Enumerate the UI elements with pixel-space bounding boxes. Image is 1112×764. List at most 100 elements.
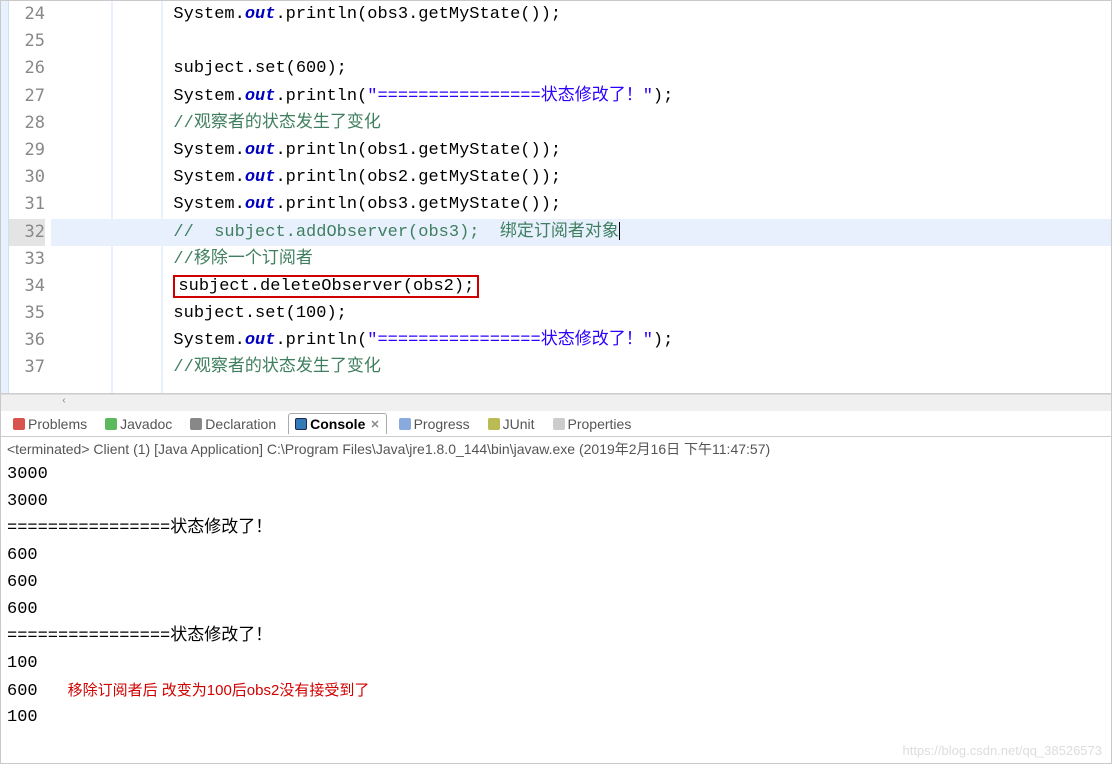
- junit-icon: [488, 418, 500, 430]
- code-token: //移除一个订阅者: [173, 250, 312, 269]
- code-token: out: [245, 5, 276, 24]
- progress-icon: [399, 418, 411, 430]
- console-output[interactable]: 30003000================状态修改了！600600600=…: [1, 461, 1111, 731]
- line-number: 25: [9, 28, 45, 55]
- code-line[interactable]: // subject.addObserver(obs3); 绑定订阅者对象: [51, 219, 1111, 246]
- scroll-left-icon[interactable]: ‹: [61, 396, 75, 410]
- code-token: subject.set(600);: [173, 59, 346, 78]
- code-line[interactable]: //观察者的状态发生了变化: [51, 354, 1111, 381]
- code-token: // subject.addObserver(obs3); 绑定订阅者对象: [173, 223, 618, 242]
- tab-console[interactable]: Console ✕: [288, 413, 386, 434]
- console-line: 600: [7, 569, 1111, 596]
- views-tab-bar[interactable]: Problems Javadoc Declaration Console ✕ Progre…: [1, 411, 1111, 437]
- console-process-header: <terminated> Client (1) [Java Applicatio…: [1, 437, 1111, 461]
- tab-progress[interactable]: Progress: [393, 414, 476, 434]
- code-token: System.: [173, 195, 244, 214]
- line-number: 24: [9, 1, 45, 28]
- console-icon: [295, 418, 307, 430]
- tab-problems[interactable]: Problems: [7, 414, 93, 434]
- code-token: System.: [173, 141, 244, 160]
- tab-label: Javadoc: [120, 416, 172, 432]
- decl-icon: [190, 418, 202, 430]
- code-line[interactable]: System.out.println("================状态修改…: [51, 83, 1111, 110]
- code-area[interactable]: System.out.println(obs3.getMyState()); s…: [51, 1, 1111, 393]
- tab-label: Problems: [28, 416, 87, 432]
- console-line: 3000: [7, 488, 1111, 515]
- line-number: 35: [9, 300, 45, 327]
- code-token: );: [653, 87, 673, 106]
- indent-guide: [161, 1, 163, 393]
- code-line[interactable]: System.out.println(obs1.getMyState());: [51, 137, 1111, 164]
- tab-label: Declaration: [205, 416, 276, 432]
- line-number: 26: [9, 55, 45, 82]
- code-token: .println(obs3.getMyState());: [275, 195, 561, 214]
- line-number: 31: [9, 191, 45, 218]
- code-editor[interactable]: 2425262728293031323334353637 System.out.…: [1, 1, 1111, 394]
- tab-declaration[interactable]: Declaration: [184, 414, 282, 434]
- code-token: .println(: [275, 331, 367, 350]
- code-token: out: [245, 331, 276, 350]
- code-token: out: [245, 168, 276, 187]
- code-token: out: [245, 141, 276, 160]
- console-line: 600移除订阅者后 改变为100后obs2没有接受到了: [7, 677, 1111, 704]
- code-token: System.: [173, 331, 244, 350]
- line-number: 37: [9, 354, 45, 381]
- code-line[interactable]: System.out.println(obs3.getMyState());: [51, 1, 1111, 28]
- highlighted-code-box: subject.deleteObserver(obs2);: [173, 275, 479, 298]
- code-token: "================状态修改了！": [367, 331, 653, 350]
- code-token: out: [245, 195, 276, 214]
- tab-javadoc[interactable]: Javadoc: [99, 414, 178, 434]
- code-token: System.: [173, 5, 244, 24]
- console-line: 600: [7, 542, 1111, 569]
- line-number: 33: [9, 246, 45, 273]
- code-line[interactable]: System.out.println("================状态修改…: [51, 327, 1111, 354]
- code-token: );: [653, 331, 673, 350]
- line-number: 30: [9, 164, 45, 191]
- code-token: //观察者的状态发生了变化: [173, 358, 380, 377]
- code-line[interactable]: //观察者的状态发生了变化: [51, 110, 1111, 137]
- tab-label: Console: [310, 416, 365, 432]
- code-token: //观察者的状态发生了变化: [173, 114, 380, 133]
- console-line: ================状态修改了！: [7, 515, 1111, 542]
- horizontal-scrollbar[interactable]: ‹: [1, 394, 1111, 411]
- editor-left-margin: [1, 1, 9, 393]
- tab-junit[interactable]: JUnit: [482, 414, 541, 434]
- code-token: System.: [173, 87, 244, 106]
- indent-guide: [111, 1, 113, 393]
- code-line[interactable]: [51, 28, 1111, 55]
- line-number: 28: [9, 110, 45, 137]
- tab-label: Progress: [414, 416, 470, 432]
- code-token: System.: [173, 168, 244, 187]
- code-line[interactable]: subject.set(600);: [51, 55, 1111, 82]
- code-token: "================状态修改了！": [367, 87, 653, 106]
- watermark-text: https://blog.csdn.net/qq_38526573: [903, 743, 1103, 758]
- console-line: 100: [7, 650, 1111, 677]
- javadoc-icon: [105, 418, 117, 430]
- line-number-gutter: 2425262728293031323334353637: [9, 1, 51, 393]
- code-line[interactable]: System.out.println(obs3.getMyState());: [51, 191, 1111, 218]
- console-annotation: 移除订阅者后 改变为100后obs2没有接受到了: [68, 682, 370, 699]
- console-line: ================状态修改了！: [7, 623, 1111, 650]
- line-number: 34: [9, 273, 45, 300]
- code-line[interactable]: subject.deleteObserver(obs2);: [51, 273, 1111, 300]
- problems-icon: [13, 418, 25, 430]
- tab-properties[interactable]: Properties: [547, 414, 638, 434]
- line-number: 36: [9, 327, 45, 354]
- code-token: .println(obs1.getMyState());: [275, 141, 561, 160]
- console-line: 100: [7, 704, 1111, 731]
- props-icon: [553, 418, 565, 430]
- code-token: subject.set(100);: [173, 304, 346, 323]
- console-line: 600: [7, 596, 1111, 623]
- code-token: .println(: [275, 87, 367, 106]
- console-line: 3000: [7, 461, 1111, 488]
- code-line[interactable]: //移除一个订阅者: [51, 246, 1111, 273]
- code-line[interactable]: System.out.println(obs2.getMyState());: [51, 164, 1111, 191]
- code-token: subject.deleteObserver(obs2);: [178, 277, 474, 296]
- line-number: 27: [9, 83, 45, 110]
- close-icon[interactable]: ✕: [370, 418, 379, 431]
- code-token: .println(obs2.getMyState());: [275, 168, 561, 187]
- tab-label: Properties: [568, 416, 632, 432]
- code-token: out: [245, 87, 276, 106]
- line-number: 29: [9, 137, 45, 164]
- code-line[interactable]: subject.set(100);: [51, 300, 1111, 327]
